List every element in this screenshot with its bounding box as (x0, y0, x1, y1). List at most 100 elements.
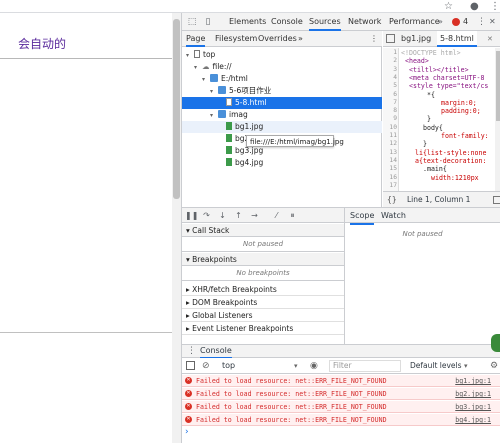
tab-performance[interactable]: Performance (389, 13, 440, 31)
editor-tab[interactable]: bg1.jpg (401, 31, 431, 47)
step-out-icon[interactable]: ↑ (233, 210, 244, 221)
chevron-down-icon[interactable]: ▾ (294, 360, 298, 372)
code-line: width:1210px (431, 173, 479, 182)
tab-elements[interactable]: Elements (229, 13, 266, 31)
settings-icon[interactable]: ⚙ (490, 360, 498, 372)
menu-icon[interactable]: ⋮ (490, 0, 500, 13)
error-icon[interactable] (452, 18, 460, 26)
tab-overrides[interactable]: Overrides (258, 31, 297, 47)
console-toolbar: ⊘ top ▾ ◉ Filter Default levels ▾ ⚙ (182, 358, 500, 374)
console-error-row[interactable]: ✕ Failed to load resource: net::ERR_FILE… (182, 388, 500, 400)
section-label: Global Listeners (192, 311, 253, 320)
error-message: Failed to load resource: net::ERR_FILE_N… (196, 377, 387, 385)
editor-scrollbar[interactable] (495, 48, 500, 191)
line-number: 9 (393, 115, 397, 123)
step-into-icon[interactable]: ↓ (217, 210, 228, 221)
section-xhr-breakpoints[interactable]: ▸ XHR/fetch Breakpoints (182, 283, 344, 296)
filter-input[interactable]: Filter (329, 360, 401, 372)
tab-network[interactable]: Network (348, 13, 381, 31)
section-dom-breakpoints[interactable]: ▸ DOM Breakpoints (182, 296, 344, 309)
star-icon[interactable]: ☆ (444, 0, 453, 13)
side-tab-button[interactable] (491, 334, 500, 352)
error-count-badge[interactable]: 4 (463, 14, 468, 30)
step-icon[interactable]: → (249, 210, 260, 221)
account-icon[interactable]: ● (470, 0, 479, 13)
debugger-toolbar: ❚❚ ↷ ↓ ↑ → ⁄ ⏸ (182, 207, 344, 223)
code-line: font-family: (441, 132, 489, 140)
tab-console[interactable]: Console (271, 13, 303, 31)
coverage-icon[interactable] (493, 196, 500, 204)
error-source-link[interactable]: bg2.jpg:1 (455, 388, 491, 400)
editor-tab-active[interactable]: 5-8.html (437, 31, 477, 47)
clear-console-icon[interactable]: ⊘ (202, 360, 210, 372)
error-source-link[interactable]: bg1.jpg:1 (455, 375, 491, 387)
tree-item-image[interactable]: bg1.jpg (182, 121, 382, 133)
section-global-listeners[interactable]: ▸ Global Listeners (182, 309, 344, 322)
code-line: *{ (427, 90, 435, 99)
scrollbar-thumb[interactable] (173, 19, 180, 199)
section-breakpoints[interactable]: ▾ Breakpoints (182, 253, 344, 266)
image-file-icon (226, 146, 232, 154)
drawer-menu-icon[interactable]: ⋮ (187, 345, 196, 358)
collapse-triangle-icon: ▸ (186, 298, 190, 307)
page-scrollbar[interactable] (172, 13, 181, 443)
tab-watch[interactable]: Watch (381, 208, 406, 223)
sidebar-toggle-icon[interactable] (186, 361, 195, 370)
tab-filesystem[interactable]: Filesystem (215, 31, 257, 47)
error-source-link[interactable]: bg3.jpg:1 (455, 401, 491, 413)
close-icon[interactable]: ✕ (489, 14, 496, 30)
toggle-navigator-icon[interactable] (386, 34, 395, 43)
section-event-listener-breakpoints[interactable]: ▸ Event Listener Breakpoints (182, 322, 344, 335)
scrollbar-thumb[interactable] (496, 51, 500, 121)
more-menu-icon[interactable]: ⋮ (477, 14, 486, 30)
chevron-down-icon[interactable]: ▾ (464, 360, 468, 372)
console-error-row[interactable]: ✕ Failed to load resource: net::ERR_FILE… (182, 401, 500, 413)
error-source-link[interactable]: bg4.jpg:1 (455, 414, 491, 426)
code-area[interactable]: <!DOCTYPE html> <head> <tiltl></title> <… (401, 48, 495, 191)
more-options-icon[interactable]: ⋮ (370, 31, 378, 47)
tab-scope[interactable]: Scope (350, 208, 375, 225)
tree-item-label: top (203, 50, 216, 59)
tree-item-folder[interactable]: ▾ imag (182, 109, 382, 121)
tree-item-label: bg1.jpg (235, 122, 264, 131)
sources-navigator: Page Filesystem Overrides » ⋮ ▾ top ▾ ☁ fil… (182, 31, 382, 207)
tab-page[interactable]: Page (186, 31, 206, 47)
code-line: <!DOCTYPE html> (401, 49, 461, 57)
eye-icon[interactable]: ◉ (310, 360, 318, 372)
tree-item-image[interactable]: bg4.jpg (182, 157, 382, 169)
tree-item-top[interactable]: ▾ top (182, 49, 382, 61)
context-select[interactable]: top (222, 360, 235, 372)
line-number: 11 (389, 132, 397, 139)
deactivate-breakpoints-icon[interactable]: ⁄ (271, 210, 282, 221)
image-file-icon (226, 158, 232, 166)
pause-on-exceptions-icon[interactable]: ⏸ (287, 210, 298, 221)
close-tab-icon[interactable]: ✕ (487, 32, 493, 46)
inspect-icon[interactable]: ⬚ (186, 16, 198, 28)
console-error-row[interactable]: ✕ Failed to load resource: net::ERR_FILE… (182, 414, 500, 426)
console-prompt[interactable]: › (185, 427, 189, 437)
log-levels-select[interactable]: Default levels (410, 360, 462, 372)
line-number: 1 (393, 49, 397, 56)
line-number: 17 (389, 181, 397, 189)
more-nav-tabs-icon[interactable]: » (298, 31, 303, 47)
more-tabs-icon[interactable]: » (438, 14, 443, 30)
tree-item-folder[interactable]: ▾ E:/html (182, 73, 382, 85)
device-toggle-icon[interactable]: ▯ (202, 16, 214, 28)
tab-sources[interactable]: Sources (309, 13, 341, 31)
collapse-triangle-icon: ▸ (186, 311, 190, 320)
pretty-print-icon[interactable]: {} (387, 192, 397, 208)
step-over-icon[interactable]: ↷ (201, 210, 212, 221)
code-line: li{list-style:none (415, 148, 487, 157)
section-label: Breakpoints (192, 255, 237, 264)
page-title: 会自动的 (18, 37, 67, 51)
pause-icon[interactable]: ❚❚ (185, 210, 198, 221)
tree-item-file-origin[interactable]: ▾ ☁ file:// (182, 61, 382, 73)
tree-item-label: E:/html (221, 74, 248, 83)
section-call-stack[interactable]: ▾ Call Stack (182, 224, 344, 237)
editor-status-bar: {} Line 1, Column 1 (383, 191, 500, 207)
code-line: body{ (423, 123, 443, 132)
tab-console-drawer[interactable]: Console (200, 345, 232, 359)
tree-item-folder[interactable]: ▾ 5-6项目作业 (182, 85, 382, 97)
tree-item-file-selected[interactable]: 5-8.html (182, 97, 382, 109)
console-error-row[interactable]: ✕ Failed to load resource: net::ERR_FILE… (182, 375, 500, 387)
